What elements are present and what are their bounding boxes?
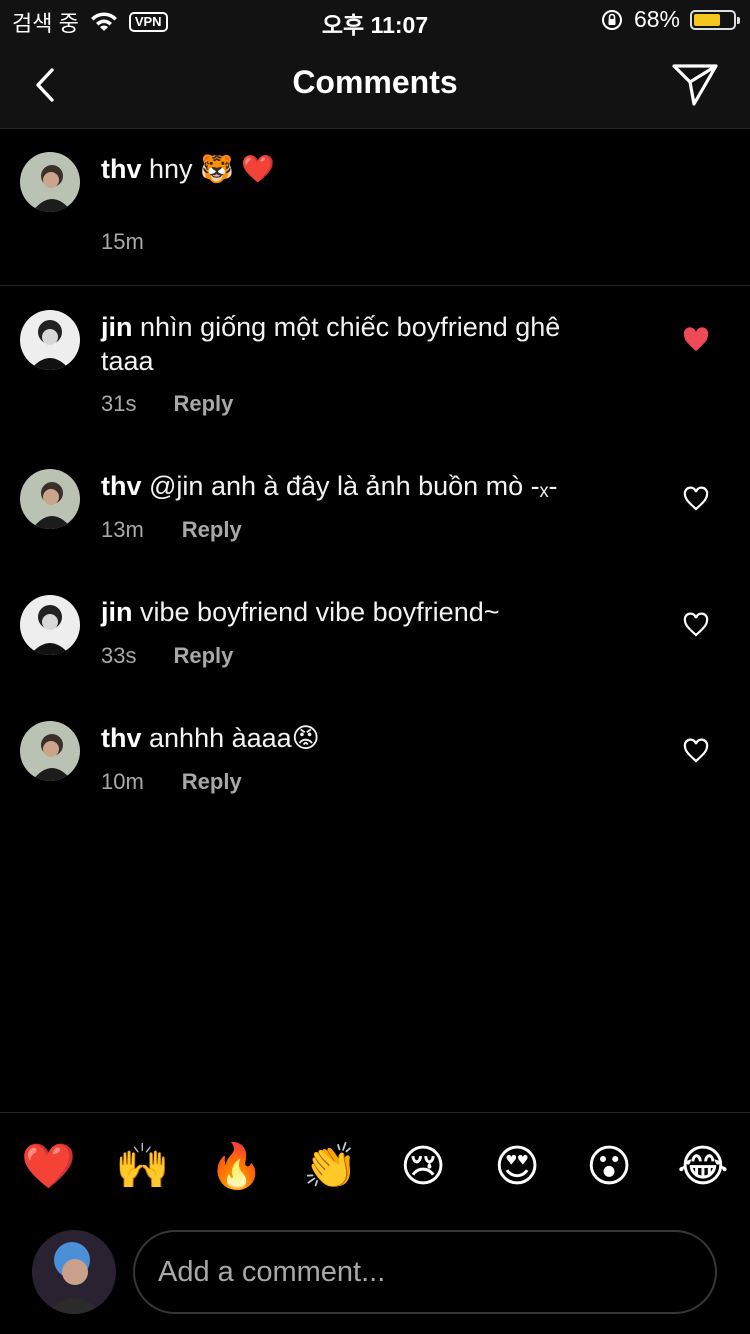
reply-button[interactable]: Reply: [182, 769, 242, 795]
comment-body: nhìn giống một chiếc boyfriend ghê taaa: [101, 312, 561, 376]
header: Comments: [0, 42, 750, 129]
reaction-surprised[interactable]: 😮: [583, 1141, 635, 1193]
post-caption: thv hny 🐯 ❤️ 15m: [0, 129, 750, 286]
comment-body: vibe boyfriend vibe boyfriend~: [140, 597, 500, 627]
heart-outline-icon[interactable]: [682, 611, 710, 639]
share-button[interactable]: [670, 60, 720, 110]
reply-button[interactable]: Reply: [173, 391, 233, 417]
reply-button[interactable]: Reply: [173, 643, 233, 669]
comment-body: anhhh àaaa😡: [149, 723, 320, 753]
battery-percent: 68%: [633, 6, 680, 32]
comment-time: 33s: [101, 643, 137, 668]
comment-body: @jin anh à đây là ảnh buồn mò -ₓ-: [149, 471, 558, 501]
comment-username[interactable]: jin: [101, 597, 133, 627]
heart-outline-icon[interactable]: [682, 485, 710, 513]
avatar-jin[interactable]: [20, 310, 80, 370]
caption-meta: 15m: [101, 229, 144, 255]
rotation-lock-icon: [601, 9, 622, 30]
reaction-raised-hands[interactable]: 🙌: [115, 1141, 170, 1193]
reply-button[interactable]: Reply: [182, 517, 242, 543]
caption-body: hny 🐯 ❤️: [149, 154, 275, 184]
avatar-jin[interactable]: [20, 595, 80, 655]
caption-time: 15m: [101, 229, 144, 254]
comment-text: jin nhìn giống một chiếc boyfriend ghê t…: [101, 310, 561, 378]
comment-time: 13m: [101, 517, 144, 542]
comment-meta: 13m Reply: [101, 517, 242, 543]
battery-level: [694, 13, 720, 26]
reaction-heart[interactable]: ❤️: [21, 1141, 76, 1193]
avatar-thv[interactable]: [20, 721, 80, 781]
heart-filled-icon[interactable]: [682, 326, 710, 354]
heart-outline-icon[interactable]: [682, 737, 710, 765]
comment-text: thv anhhh àaaa😡: [101, 721, 320, 755]
caption-text: thv hny 🐯 ❤️: [101, 152, 275, 186]
page-title: Comments: [292, 64, 458, 100]
reaction-clap[interactable]: 👏: [303, 1141, 358, 1193]
comment-time: 31s: [101, 391, 137, 416]
status-bar: 검색 중 VPN 오후 11:07 68%: [0, 0, 750, 42]
status-right: 68%: [600, 6, 740, 33]
comment-time: 10m: [101, 769, 144, 794]
comment-meta: 10m Reply: [101, 769, 242, 795]
current-user-avatar: [32, 1230, 116, 1314]
comment-text: thv @jin anh à đây là ảnh buồn mò -ₓ-: [101, 469, 558, 503]
comment-meta: 31s Reply: [101, 391, 233, 417]
reaction-fire[interactable]: 🔥: [209, 1141, 264, 1193]
comment-input[interactable]: Add a comment...: [133, 1230, 717, 1314]
reaction-crying[interactable]: 😢: [397, 1141, 449, 1193]
caption-username[interactable]: thv: [101, 154, 142, 184]
comment-text: jin vibe boyfriend vibe boyfriend~: [101, 595, 500, 629]
comment-username[interactable]: jin: [101, 312, 133, 342]
comment-input-placeholder: Add a comment...: [158, 1256, 386, 1288]
avatar-thv[interactable]: [20, 152, 80, 212]
comment-meta: 33s Reply: [101, 643, 233, 669]
quick-reactions-bar: ❤️ 🙌 🔥 👏 😢 😍 😮 😂: [0, 1112, 750, 1223]
comment-username[interactable]: thv: [101, 471, 142, 501]
reaction-laughing[interactable]: 😂: [677, 1141, 729, 1193]
reaction-heart-eyes[interactable]: 😍: [491, 1141, 543, 1193]
battery-icon: [690, 9, 740, 30]
comment-username[interactable]: thv: [101, 723, 142, 753]
avatar-thv[interactable]: [20, 469, 80, 529]
